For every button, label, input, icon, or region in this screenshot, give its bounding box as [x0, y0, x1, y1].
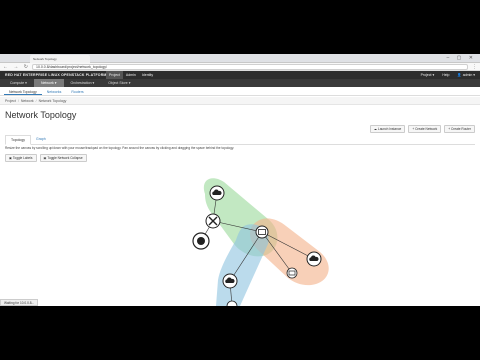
launch-instance-button[interactable]: ☁ Launch Instance	[369, 125, 406, 133]
window-controls[interactable]: – ▢ ✕	[447, 55, 476, 61]
tab-routers[interactable]: Routers	[66, 87, 88, 95]
brand-bar: RED HAT ENTERPRISE LINUX OPENSTACK PLATF…	[0, 71, 480, 79]
toggle-labels-button[interactable]: ▣ Toggle Labels	[5, 154, 37, 162]
view-tabs: Topology Graph	[5, 135, 475, 145]
tab-network-topology[interactable]: Network Topology	[4, 87, 42, 95]
topology-help-text: Resize the canvas by scrolling up/down w…	[5, 146, 235, 150]
letterbox-bottom	[0, 306, 480, 360]
nav-buttons-icon[interactable]: ← → ↻	[3, 64, 30, 70]
instance-node-orange[interactable]	[286, 267, 298, 279]
browser-tab-strip: Network Topology – ▢ ✕	[0, 54, 480, 63]
brand-logo-text: RED HAT ENTERPRISE LINUX OPENSTACK PLATF…	[5, 73, 107, 77]
breadcrumb: Project / Network / Network Topology	[0, 97, 480, 105]
address-bar[interactable]: 10.0.0.8/dashboard/project/network_topol…	[32, 64, 468, 70]
topology-actions: ☁ Launch Instance + Create Network + Cre…	[369, 125, 475, 133]
breadcrumb-item: Network Topology	[38, 99, 67, 103]
create-network-button[interactable]: + Create Network	[408, 125, 442, 133]
page-title: Network Topology	[5, 110, 77, 120]
tab-networks[interactable]: Networks	[42, 87, 67, 95]
network-node-blue[interactable]	[222, 273, 238, 289]
user-area: Project ▾ Help 👤 admin ▾	[421, 73, 475, 77]
browser-menu-icon[interactable]: ⋮	[472, 64, 477, 70]
toggle-network-collapse-button[interactable]: ▣ Toggle Network Collapse	[39, 154, 87, 162]
top-menu: Project Admin Identity	[106, 71, 156, 79]
globe-icon	[197, 237, 205, 245]
browser-status-bubble: Waiting for 10.0.0.8...	[0, 299, 39, 306]
instance-node-center[interactable]	[255, 225, 269, 239]
sub-nav-compute[interactable]: Compute ▾	[3, 79, 34, 87]
browser-toolbar: ← → ↻ 10.0.0.8/dashboard/project/network…	[0, 63, 480, 71]
top-menu-identity[interactable]: Identity	[139, 71, 156, 79]
view-tab-graph[interactable]: Graph	[31, 135, 51, 144]
sub-nav-object-store[interactable]: Object Store ▾	[101, 79, 137, 87]
user-dropdown[interactable]: 👤 admin ▾	[457, 73, 475, 77]
browser-tab[interactable]: Network Topology	[30, 55, 90, 63]
project-dropdown[interactable]: Project ▾	[421, 73, 435, 77]
sub-nav-network[interactable]: Network ▾	[33, 79, 64, 87]
sub-nav-orchestration[interactable]: Orchestration ▾	[64, 79, 102, 87]
create-router-button[interactable]: + Create Router	[444, 125, 475, 133]
browser-viewport: Network Topology – ▢ ✕ ← → ↻ 10.0.0.8/da…	[0, 54, 480, 306]
breadcrumb-separator: /	[16, 99, 20, 103]
breadcrumb-item[interactable]: Project	[5, 99, 16, 103]
help-link[interactable]: Help	[442, 73, 449, 77]
network-node-green[interactable]	[209, 185, 225, 201]
external-network-node[interactable]	[192, 232, 210, 250]
topology-toggles: ▣ Toggle Labels ▣ Toggle Network Collaps…	[5, 154, 87, 162]
sub-navigation: Compute ▾ Network ▾ Orchestration ▾ Object …	[0, 79, 480, 87]
network-node-orange[interactable]	[306, 251, 322, 267]
network-tabs: Network Topology Networks Routers	[0, 87, 480, 96]
breadcrumb-item[interactable]: Network	[21, 99, 34, 103]
top-menu-admin[interactable]: Admin	[123, 71, 139, 79]
top-menu-project[interactable]: Project	[106, 71, 123, 79]
topology-links	[200, 192, 315, 306]
view-tab-topology[interactable]: Topology	[5, 135, 32, 145]
breadcrumb-separator: /	[34, 99, 38, 103]
router-node[interactable]	[205, 213, 221, 229]
